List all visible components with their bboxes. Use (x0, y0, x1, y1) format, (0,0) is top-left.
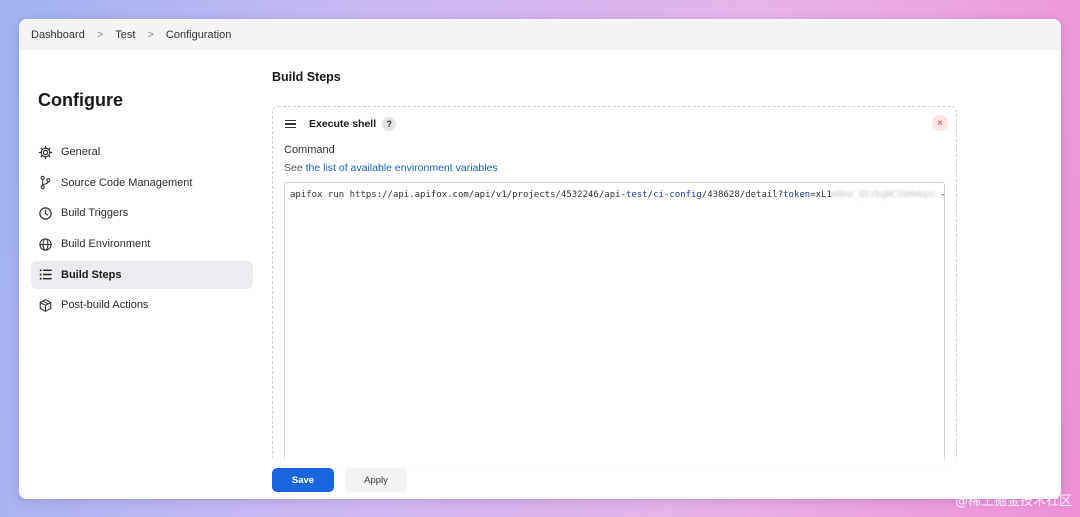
execute-shell-step: Execute shell ? × Command See the list o… (272, 106, 957, 467)
package-icon (38, 298, 53, 313)
gear-icon (38, 145, 53, 160)
globe-icon (38, 237, 53, 252)
delete-step-button[interactable]: × (932, 115, 948, 131)
chevron-right-icon: > (147, 28, 154, 41)
sidebar-item-label: Build Triggers (61, 207, 129, 220)
command-keyword: ci-config (653, 190, 702, 200)
sidebar-item-general[interactable]: General (31, 138, 253, 166)
watermark: @稀土掘金技术社区 (954, 494, 1072, 509)
command-keyword: test (625, 190, 648, 200)
jenkins-window: Dashboard > Test > Configuration Configu… (19, 19, 1061, 499)
step-header: Execute shell ? (285, 117, 397, 131)
breadcrumb-test[interactable]: Test (115, 29, 135, 41)
help-icon[interactable]: ? (382, 117, 397, 131)
breadcrumb: Dashboard > Test > Configuration (19, 19, 1061, 50)
command-part: apifox run https://api.apifox.com/api/v1… (290, 190, 626, 200)
drag-handle-icon[interactable] (285, 119, 296, 129)
sidebar-item-build-environment[interactable]: Build Environment (31, 230, 253, 258)
form-footer (19, 457, 1061, 499)
command-part: /438628/detail? (701, 190, 784, 200)
sidebar-title: Configure (38, 90, 123, 110)
sidebar-item-build-triggers[interactable]: Build Triggers (31, 199, 253, 227)
sidebar-item-label: Post-build Actions (61, 299, 149, 312)
env-vars-prefix: See (284, 162, 303, 174)
sidebar-item-label: Build Steps (61, 268, 122, 281)
sidebar-nav: General Source Code Management Build Tri… (31, 138, 253, 322)
sidebar-item-label: Source Code Management (61, 176, 193, 189)
page-title: Build Steps (272, 70, 341, 84)
command-keyword: token (783, 190, 811, 200)
step-title: Execute shell (309, 118, 377, 130)
command-part: =xL1 (810, 190, 832, 200)
save-button[interactable]: Save (272, 468, 334, 492)
env-vars-hint: See the list of available environment va… (284, 162, 498, 174)
command-text: apifox run https://api.apifox.com/api/v1… (290, 190, 944, 200)
clock-icon (38, 206, 53, 221)
breadcrumb-dashboard[interactable]: Dashboard (31, 29, 85, 41)
list-icon (38, 267, 53, 282)
redacted-token: m8ke_QtzbgWC5bHmbpo (831, 190, 935, 200)
command-part: -r h (935, 190, 944, 200)
sidebar-item-post-build-actions[interactable]: Post-build Actions (31, 291, 253, 319)
command-label: Command (284, 144, 335, 156)
sidebar-item-label: General (61, 146, 101, 158)
apply-button[interactable]: Apply (345, 468, 407, 492)
sidebar-item-source-code-management[interactable]: Source Code Management (31, 169, 253, 197)
sidebar-item-build-steps[interactable]: Build Steps (31, 260, 253, 289)
sidebar-item-label: Build Environment (61, 238, 151, 251)
env-vars-link[interactable]: the list of available environment variab… (306, 162, 498, 174)
breadcrumb-configuration[interactable]: Configuration (166, 29, 231, 41)
branch-icon (38, 175, 53, 190)
command-textarea[interactable]: apifox run https://api.apifox.com/api/v1… (284, 182, 945, 467)
chevron-right-icon: > (96, 28, 104, 41)
